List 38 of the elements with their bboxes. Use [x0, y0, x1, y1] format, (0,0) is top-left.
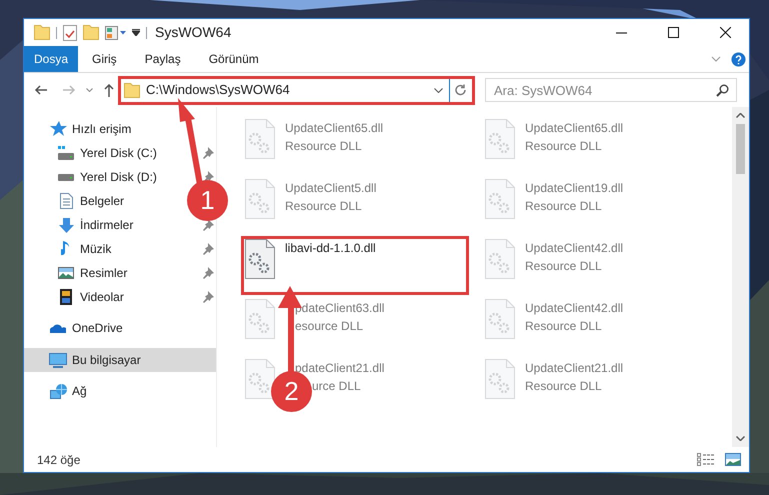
file-name: UpdateClient21.dll — [525, 360, 624, 377]
nav-item[interactable]: Yerel Disk (D:) — [24, 165, 161, 189]
file-type: Resource DLL — [525, 318, 602, 335]
nav-item[interactable]: Belgeler — [24, 189, 128, 213]
nav-item[interactable]: Müzik — [24, 237, 116, 261]
ribbon-tab[interactable]: Giriş — [78, 46, 131, 72]
nav-item[interactable]: Videolar — [24, 285, 128, 309]
address-path: C:\Windows\SysWOW64 — [146, 81, 290, 100]
file-type: Resource DLL — [285, 138, 362, 155]
file-name: UpdateClient42.dll — [525, 240, 624, 257]
item-count: 142 öğe — [37, 452, 82, 468]
address-bar[interactable]: C:\Windows\SysWOW64 — [121, 78, 472, 102]
file-tab[interactable]: Dosya — [24, 46, 78, 72]
file-type: Resource DLL — [525, 378, 602, 395]
window-title: SysWOW64 — [155, 23, 232, 42]
nav-item[interactable]: Resimler — [24, 261, 132, 285]
file-type: urce DLL — [312, 378, 361, 395]
file-name: UpdateClient19.dll — [525, 180, 624, 197]
nav-item-selected[interactable]: Bu bilgisayar — [24, 348, 216, 372]
file-type: Resource DLL — [525, 138, 602, 155]
file-type: Resource DLL — [285, 198, 362, 215]
file-name: pdateClient63.dll — [295, 300, 384, 317]
nav-item[interactable]: İndirmeler — [24, 213, 138, 237]
file-name: UpdateClient65.dll — [285, 120, 384, 137]
file-name: libavi-dd-1.1.0.dll — [285, 240, 376, 257]
ribbon-tab[interactable]: Görünüm — [194, 46, 273, 72]
nav-item[interactable]: Ağ — [24, 379, 93, 403]
file-type: Resource DLL — [525, 198, 602, 215]
file-name: UpdateClient5.dll — [285, 180, 376, 197]
search-field[interactable]: Ara: SysWOW64 — [485, 78, 737, 102]
nav-item[interactable]: Hızlı erişim — [24, 117, 138, 141]
file-type: esource DLL — [295, 318, 364, 335]
ribbon-tab[interactable]: Paylaş — [130, 46, 195, 72]
file-name: UpdateClient65.dll — [525, 120, 624, 137]
file-name: UpdateClient42.dll — [525, 300, 624, 317]
file-type: Resource DLL — [525, 258, 602, 275]
nav-item[interactable]: Yerel Disk (C:) — [24, 141, 161, 165]
nav-item[interactable]: OneDrive — [24, 316, 129, 340]
